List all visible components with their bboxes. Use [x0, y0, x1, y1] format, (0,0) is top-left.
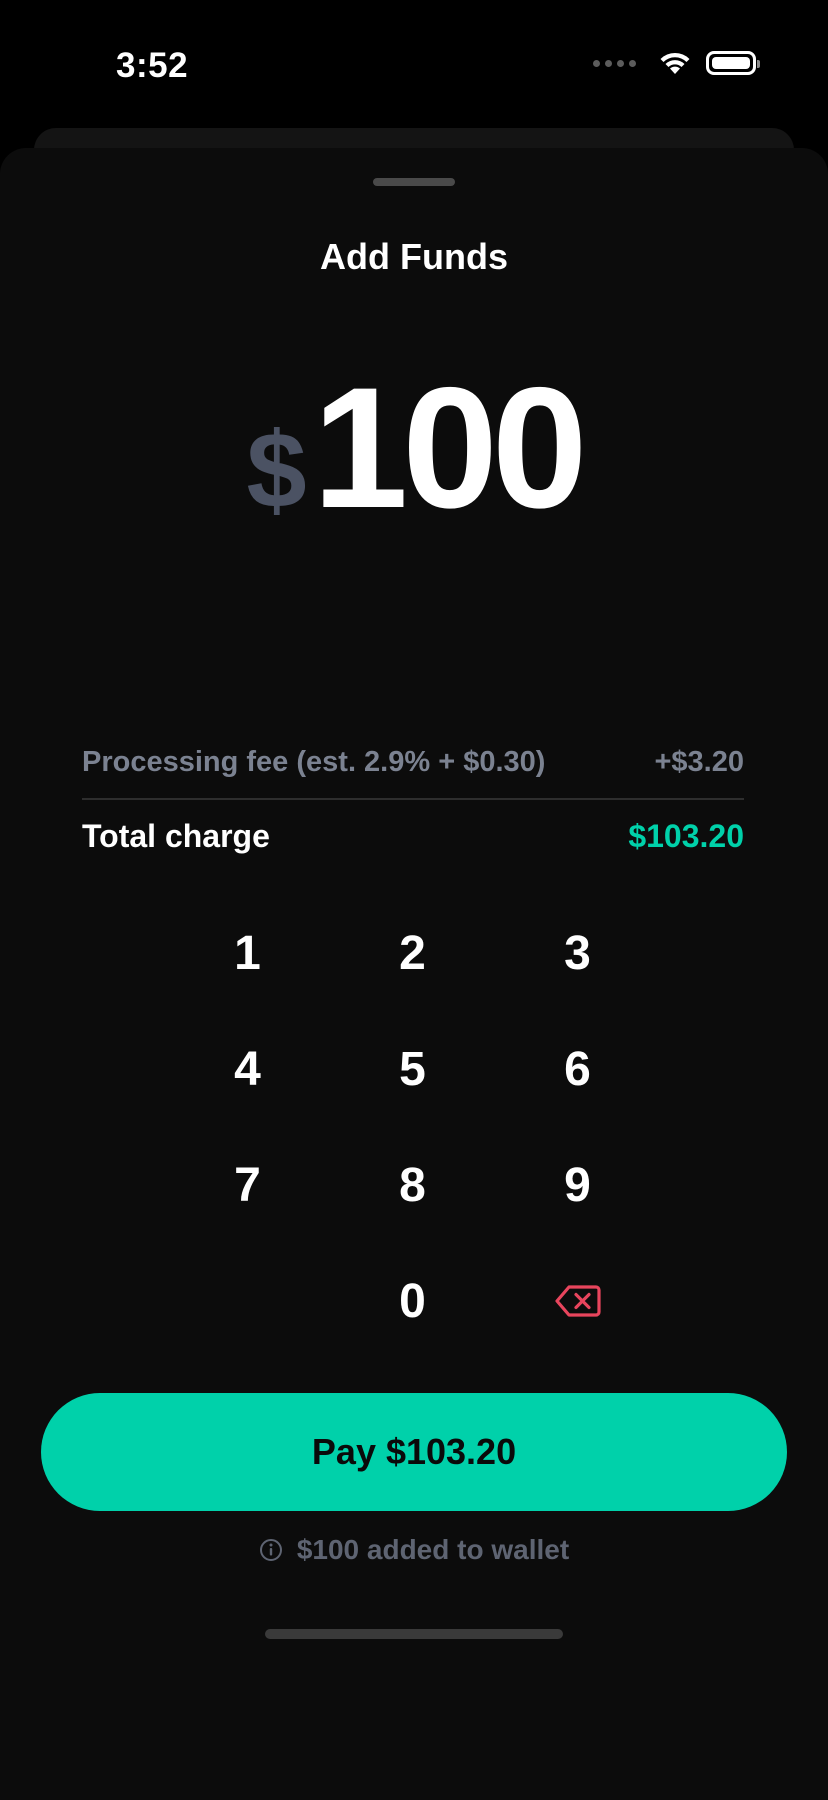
key-2[interactable]: 2: [330, 895, 495, 1011]
key-0[interactable]: 0: [330, 1243, 495, 1359]
status-time: 3:52: [116, 46, 189, 85]
key-empty: [165, 1243, 330, 1359]
key-6[interactable]: 6: [495, 1011, 660, 1127]
amount-display: $ 100: [0, 362, 828, 534]
processing-fee-label: Processing fee (est. 2.9% + $0.30): [82, 746, 546, 778]
wifi-icon: [660, 52, 690, 74]
total-charge-value: $103.20: [628, 818, 744, 854]
status-bar: 3:52: [0, 0, 828, 128]
key-9[interactable]: 9: [495, 1127, 660, 1243]
info-icon: [259, 1539, 282, 1561]
total-charge-row: Total charge $103.20: [82, 818, 744, 855]
cellular-signal-icon: [593, 59, 636, 67]
wallet-note: $100 added to wallet: [0, 1534, 828, 1566]
key-5[interactable]: 5: [330, 1011, 495, 1127]
numeric-keypad: 1 2 3 4 5 6 7 8 9 0: [165, 895, 660, 1359]
backspace-key[interactable]: [495, 1243, 660, 1359]
divider: [82, 798, 744, 800]
processing-fee-row: Processing fee (est. 2.9% + $0.30) +$3.2…: [82, 746, 744, 779]
total-charge-label: Total charge: [82, 818, 270, 854]
backspace-icon: [554, 1285, 601, 1317]
home-indicator[interactable]: [265, 1629, 563, 1639]
battery-icon: [706, 51, 760, 75]
pay-button[interactable]: Pay $103.20: [41, 1393, 787, 1511]
amount-value: 100: [312, 352, 588, 544]
wallet-note-text: $100 added to wallet: [296, 1534, 570, 1565]
status-icons: [593, 50, 760, 76]
key-8[interactable]: 8: [330, 1127, 495, 1243]
key-4[interactable]: 4: [165, 1011, 330, 1127]
sheet-title: Add Funds: [320, 236, 508, 277]
sheet-grabber[interactable]: [373, 178, 455, 186]
key-3[interactable]: 3: [495, 895, 660, 1011]
processing-fee-value: +$3.20: [654, 746, 744, 778]
key-7[interactable]: 7: [165, 1127, 330, 1243]
key-1[interactable]: 1: [165, 895, 330, 1011]
currency-symbol: $: [246, 409, 307, 530]
